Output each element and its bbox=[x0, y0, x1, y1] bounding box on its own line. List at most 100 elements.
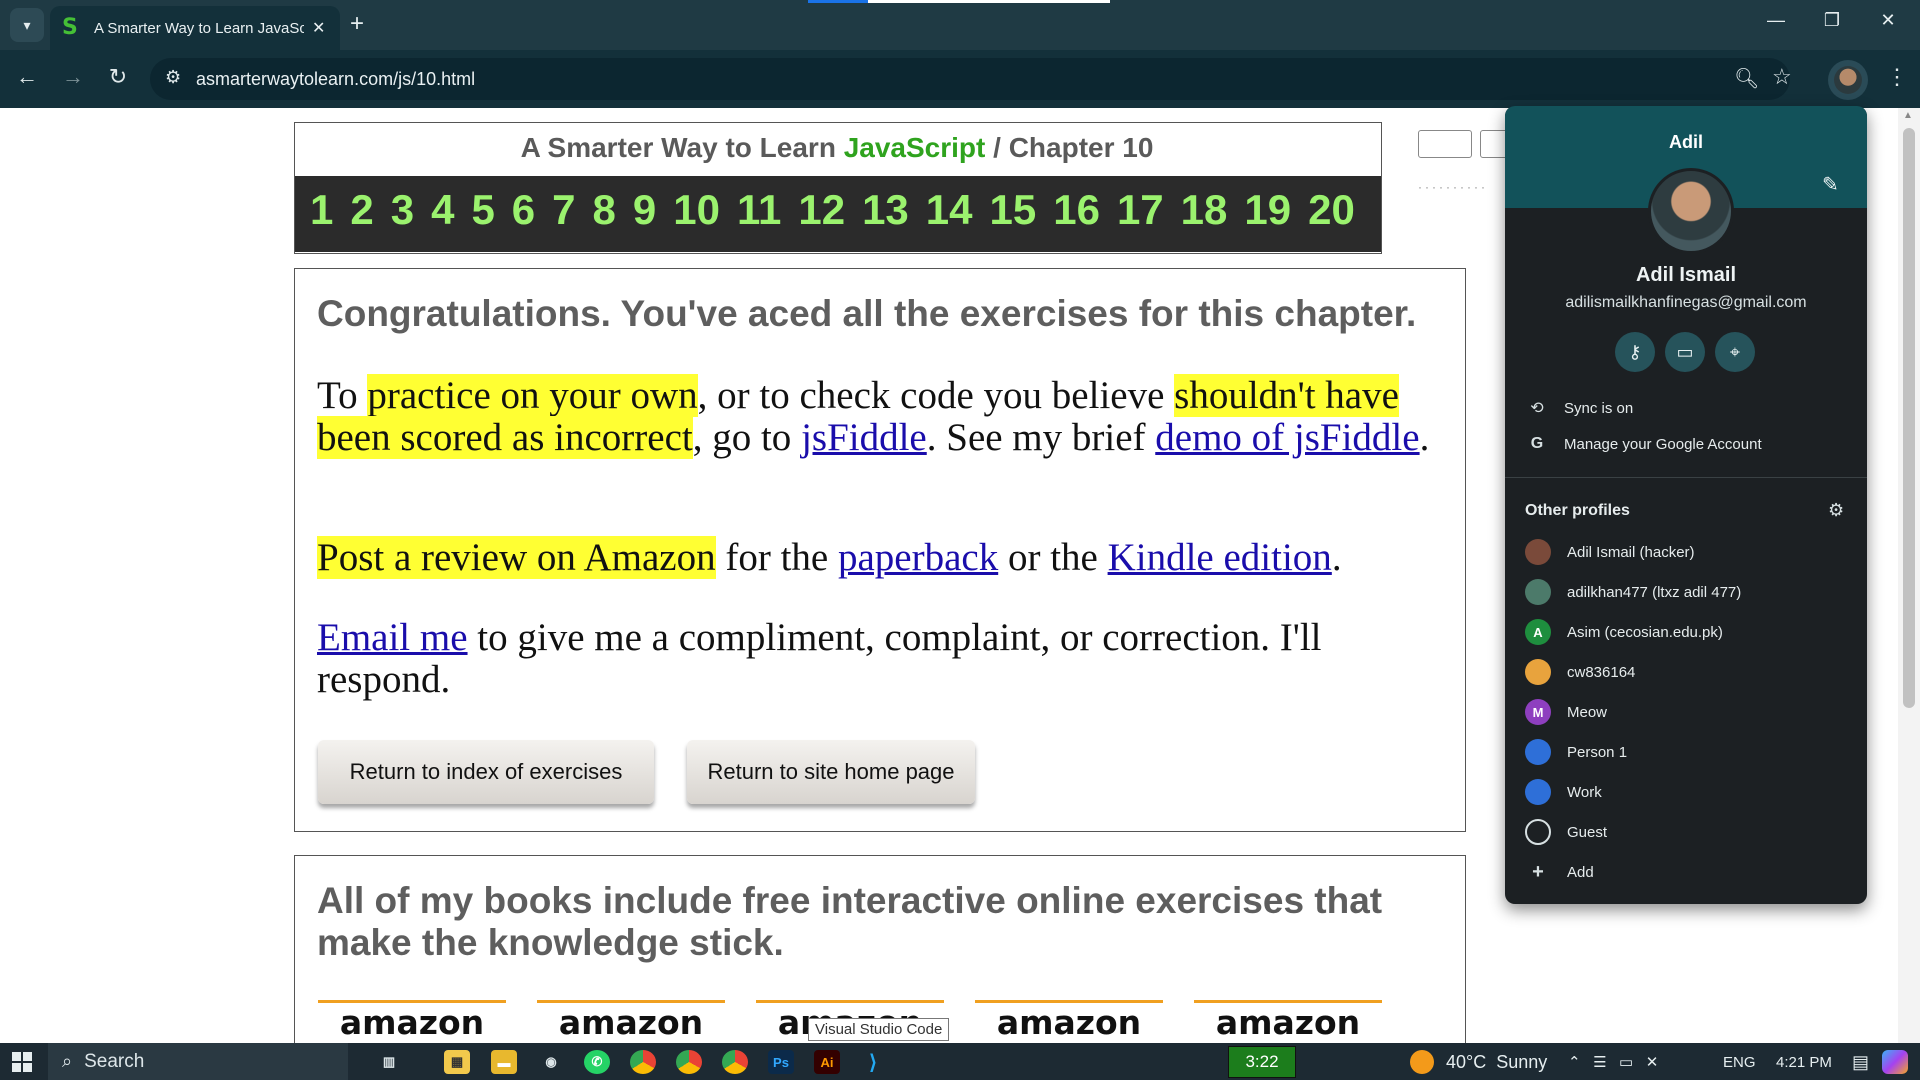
chapter-link[interactable]: 16 bbox=[1053, 186, 1100, 242]
system-tray-icons[interactable]: ⌃ ☰ ▭ ✕ bbox=[1568, 1053, 1658, 1071]
chapter-link[interactable]: 12 bbox=[798, 186, 845, 242]
chapter-link[interactable]: 13 bbox=[862, 186, 909, 242]
taskbar-search[interactable]: ⌕ Search bbox=[48, 1043, 348, 1080]
page-title: A Smarter Way to Learn JavaScript / Chap… bbox=[294, 132, 1380, 164]
manage-label: Manage your Google Account bbox=[1564, 435, 1762, 453]
chrome-icon[interactable] bbox=[722, 1050, 748, 1074]
chapter-link[interactable]: 5 bbox=[471, 186, 494, 242]
manage-account-link[interactable]: G Manage your Google Account bbox=[1526, 435, 1762, 453]
divider bbox=[1505, 477, 1867, 478]
chapter-link[interactable]: 10 bbox=[673, 186, 720, 242]
profile-avatar: M bbox=[1525, 699, 1551, 725]
plus-icon: + bbox=[1532, 860, 1544, 883]
app-icon[interactable]: ◉ bbox=[538, 1050, 564, 1074]
address-pin-icon[interactable]: ⌖ bbox=[1715, 332, 1755, 372]
profile-item[interactable]: Person 1 bbox=[1525, 738, 1627, 766]
edit-pencil-icon[interactable]: ✎ bbox=[1822, 172, 1839, 197]
task-view-icon[interactable]: ▥ bbox=[376, 1050, 402, 1074]
chapter-link[interactable]: 18 bbox=[1181, 186, 1228, 242]
search-label: Search bbox=[84, 1050, 145, 1072]
site-info-icon[interactable]: ⚙ bbox=[165, 67, 181, 88]
add-profile[interactable]: + Add bbox=[1525, 858, 1594, 886]
chapter-link[interactable]: 14 bbox=[926, 186, 973, 242]
chapter-link[interactable]: 7 bbox=[552, 186, 575, 242]
close-window-button[interactable]: ✕ bbox=[1868, 10, 1908, 31]
profile-item[interactable]: Work bbox=[1525, 778, 1602, 806]
illustrator-icon[interactable]: Ai bbox=[814, 1050, 840, 1074]
zoom-icon[interactable]: 🔍︎ bbox=[1734, 66, 1759, 91]
scrollbar-thumb[interactable] bbox=[1903, 128, 1915, 708]
jsfiddle-link[interactable]: jsFiddle bbox=[801, 416, 927, 459]
vscode-icon[interactable]: ⟩ bbox=[860, 1050, 886, 1074]
chapter-link[interactable]: 6 bbox=[512, 186, 535, 242]
profile-photo bbox=[1648, 168, 1734, 254]
back-button[interactable]: ← bbox=[12, 64, 42, 90]
photoshop-icon[interactable]: Ps bbox=[768, 1050, 794, 1074]
chrome-icon[interactable] bbox=[630, 1050, 656, 1074]
timer-widget[interactable]: 3:22 bbox=[1228, 1046, 1296, 1078]
kindle-edition-link[interactable]: Kindle edition bbox=[1108, 536, 1332, 579]
copilot-icon[interactable] bbox=[1882, 1050, 1908, 1074]
url-text[interactable]: asmarterwaytolearn.com/js/10.html bbox=[196, 69, 475, 90]
guest-profile[interactable]: Guest bbox=[1525, 818, 1607, 846]
profile-item[interactable]: A Asim (cecosian.edu.pk) bbox=[1525, 618, 1723, 646]
weather-sun-icon[interactable] bbox=[1410, 1050, 1434, 1074]
close-tab-icon[interactable]: ✕ bbox=[312, 18, 325, 38]
profile-item[interactable]: M Meow bbox=[1525, 698, 1607, 726]
profile-item[interactable]: Adil Ismail (hacker) bbox=[1525, 538, 1695, 566]
tab-search-button[interactable]: ▾ bbox=[10, 8, 44, 42]
bookmark-star-icon[interactable]: ☆ bbox=[1772, 64, 1792, 90]
email-me-link[interactable]: Email me bbox=[317, 616, 468, 659]
chapter-link[interactable]: 15 bbox=[990, 186, 1037, 242]
review-paragraph: Post a review on Amazon for the paperbac… bbox=[317, 536, 1447, 579]
new-tab-button[interactable]: + bbox=[350, 10, 364, 38]
windows-start-icon[interactable] bbox=[12, 1052, 32, 1072]
profile-avatar-button[interactable] bbox=[1828, 60, 1868, 100]
chapter-link[interactable]: 19 bbox=[1244, 186, 1291, 242]
scroll-up-icon[interactable]: ▲ bbox=[1903, 110, 1913, 121]
store-icon[interactable]: ▦ bbox=[444, 1050, 470, 1074]
forward-button[interactable]: → bbox=[58, 64, 88, 90]
jsfiddle-demo-link[interactable]: demo of jsFiddle bbox=[1155, 416, 1419, 459]
chapter-link[interactable]: 11 bbox=[737, 186, 781, 242]
profile-item[interactable]: cw836164 bbox=[1525, 658, 1635, 686]
return-home-button[interactable]: Return to site home page bbox=[687, 740, 975, 804]
browser-tab[interactable]: S A Smarter Way to Learn JavaScr ✕ bbox=[50, 6, 340, 50]
clock[interactable]: 4:21 PM bbox=[1776, 1054, 1832, 1071]
payment-card-icon[interactable]: ▭ bbox=[1665, 332, 1705, 372]
chapter-link[interactable]: 3 bbox=[391, 186, 414, 242]
restore-button[interactable]: ❐ bbox=[1812, 10, 1852, 31]
chapter-link[interactable]: 17 bbox=[1117, 186, 1164, 242]
passwords-key-icon[interactable]: ⚷ bbox=[1615, 332, 1655, 372]
minimize-button[interactable]: — bbox=[1756, 10, 1796, 31]
profile-avatar bbox=[1525, 539, 1551, 565]
profile-name: cw836164 bbox=[1567, 663, 1636, 681]
amazon-book-link[interactable]: amazon bbox=[975, 1000, 1163, 1046]
sync-label: Sync is on bbox=[1564, 399, 1634, 417]
chapter-link[interactable]: 4 bbox=[431, 186, 454, 242]
weather-text[interactable]: 40°C Sunny bbox=[1446, 1052, 1547, 1073]
chapter-link[interactable]: 8 bbox=[593, 186, 616, 242]
amazon-book-link[interactable]: amazon bbox=[1194, 1000, 1382, 1046]
notification-icon[interactable]: ▤ bbox=[1852, 1052, 1869, 1073]
chapter-link[interactable]: 20 bbox=[1308, 186, 1355, 242]
reload-button[interactable]: ↻ bbox=[103, 64, 133, 90]
whatsapp-icon[interactable]: ✆ bbox=[584, 1050, 610, 1074]
chevron-down-icon: ▾ bbox=[23, 16, 31, 33]
chapter-link[interactable]: 9 bbox=[633, 186, 656, 242]
language-indicator[interactable]: ENG bbox=[1723, 1054, 1756, 1071]
file-explorer-icon[interactable]: ▬ bbox=[491, 1050, 517, 1074]
chapter-link[interactable]: 1 bbox=[310, 186, 333, 242]
sync-status[interactable]: ⟲ Sync is on bbox=[1526, 398, 1633, 418]
profile-item[interactable]: adilkhan477 (ltxz adil 477) bbox=[1525, 578, 1741, 606]
tab-title: A Smarter Way to Learn JavaScr bbox=[94, 19, 304, 37]
amazon-book-link[interactable]: amazon bbox=[318, 1000, 506, 1046]
chrome-icon[interactable] bbox=[676, 1050, 702, 1074]
dotted-line: ·········· bbox=[1418, 180, 1488, 194]
browser-menu-icon[interactable]: ⋮ bbox=[1886, 64, 1908, 90]
paperback-link[interactable]: paperback bbox=[838, 536, 998, 579]
profile-settings-gear-icon[interactable]: ⚙ bbox=[1828, 500, 1844, 521]
chapter-link[interactable]: 2 bbox=[350, 186, 373, 242]
return-index-button[interactable]: Return to index of exercises bbox=[318, 740, 654, 804]
amazon-book-link[interactable]: amazon bbox=[537, 1000, 725, 1046]
